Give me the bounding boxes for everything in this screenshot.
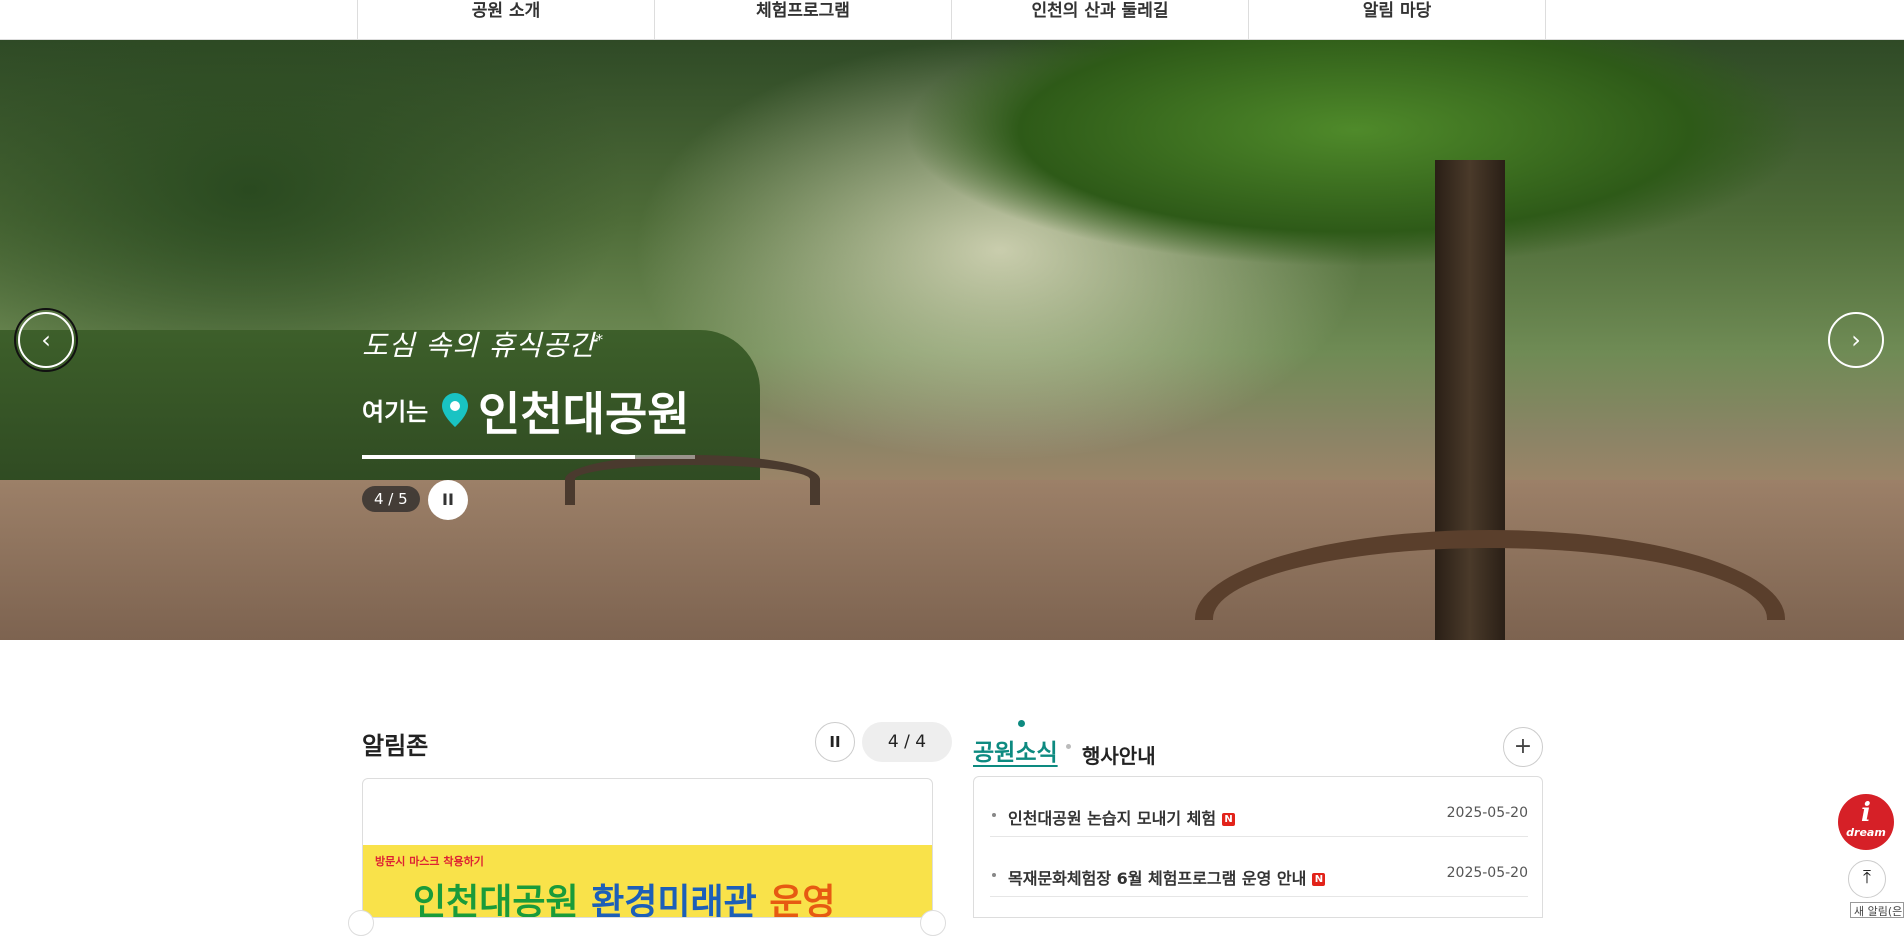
tab-park-news[interactable]: 공원소식 — [973, 733, 1058, 767]
notice-zone-pause-button[interactable]: II — [815, 722, 855, 762]
banner-headline: 인천대공원 환경미래관 운영 — [413, 882, 836, 918]
notice-banner[interactable]: 방문시 마스크 착용하기 인천대공원 환경미래관 운영 — [363, 845, 932, 918]
news-title[interactable]: 인천대공원 논습지 모내기 체험 N — [1008, 805, 1236, 829]
slide-counter: 4 / 5 — [362, 486, 420, 512]
hero-background-canopy — [780, 40, 1904, 330]
slide-pause-button[interactable]: II — [428, 480, 468, 520]
nav-item-park-intro[interactable]: 공원 소개 — [358, 0, 655, 40]
more-button[interactable]: + — [1503, 727, 1543, 767]
new-badge: N — [1312, 873, 1326, 886]
banner-small-text: 방문시 마스크 착용하기 — [375, 855, 484, 868]
bullet-icon — [992, 873, 996, 877]
scroll-to-top-button[interactable]: ⤒ — [1848, 860, 1886, 898]
hero-background-bench-far — [565, 455, 820, 505]
news-date: 2025-05-20 — [1446, 865, 1528, 881]
dream-chatbot-button[interactable]: i dream — [1838, 794, 1894, 850]
slide-prev-button[interactable]: ‹ — [14, 308, 78, 372]
notice-zone-title: 알림존 — [362, 732, 429, 760]
news-list-item[interactable]: 인천대공원 논습지 모내기 체험 N 2025-05-20 — [990, 777, 1528, 837]
hero-slider: 도심 속의 휴식공간* 여기는 인천대공원 4 / 5 II ‹ › — [0, 40, 1904, 640]
news-list: 인천대공원 논습지 모내기 체험 N 2025-05-20 목재문화체험장 6월 … — [973, 776, 1543, 918]
hero-subtitle: 도심 속의 휴식공간* — [362, 329, 604, 362]
notice-zone-counter: 4 / 4 — [862, 722, 952, 762]
slide-next-button[interactable]: › — [1828, 312, 1884, 368]
new-badge: N — [1222, 813, 1236, 826]
hero-title: 인천대공원 — [478, 387, 690, 441]
news-date: 2025-05-20 — [1446, 805, 1528, 821]
dream-icon: i — [1861, 798, 1871, 828]
tab-events[interactable]: 행사안내 — [1082, 740, 1156, 769]
notice-zone-next-button[interactable] — [920, 910, 946, 936]
nav-item-programs[interactable]: 체험프로그램 — [655, 0, 952, 40]
notice-zone-prev-button[interactable] — [348, 910, 374, 936]
nav-item-trails[interactable]: 인천의 산과 둘레길 — [952, 0, 1249, 40]
notice-zone-slide[interactable]: 방문시 마스크 착용하기 인천대공원 환경미래관 운영 — [362, 778, 933, 918]
tab-separator — [1066, 744, 1071, 749]
bullet-icon — [992, 813, 996, 817]
location-pin-icon — [442, 393, 468, 427]
dream-label: dream — [1846, 826, 1886, 839]
nav-item-notices[interactable]: 알림 마당 — [1249, 0, 1546, 40]
active-tab-indicator — [1018, 720, 1025, 727]
news-list-item[interactable]: 목재문화체험장 6월 체험프로그램 운영 안내 N 2025-05-20 — [990, 837, 1528, 897]
notification-popup[interactable]: 새 알림(은 — [1850, 902, 1904, 918]
top-navigation: 공원 소개 체험프로그램 인천의 산과 둘레길 알림 마당 — [0, 0, 1904, 40]
news-title[interactable]: 목재문화체험장 6월 체험프로그램 운영 안내 N — [1008, 865, 1326, 889]
slide-progress-bar — [362, 455, 695, 459]
slide-progress-fill — [362, 455, 636, 459]
top-nav-menu: 공원 소개 체험프로그램 인천의 산과 둘레길 알림 마당 — [357, 0, 1546, 40]
hero-lead-text: 여기는 — [362, 398, 429, 426]
